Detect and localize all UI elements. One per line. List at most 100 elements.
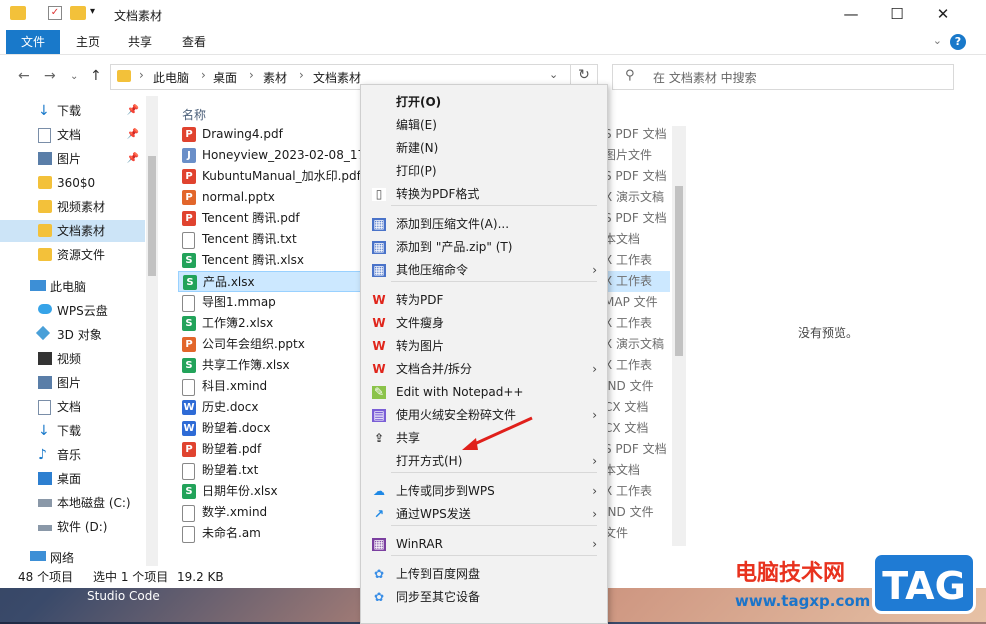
- close-button[interactable]: ✕: [920, 0, 966, 30]
- menu-item-label: 共享: [396, 431, 421, 445]
- tab-home[interactable]: 主页: [72, 30, 104, 54]
- menu-item-label: 上传或同步到WPS: [396, 484, 495, 498]
- submenu-arrow-icon: ›: [592, 454, 597, 468]
- music-icon: ♪: [38, 447, 47, 463]
- search-input[interactable]: ⚲ 在 文档素材 中搜索: [612, 64, 954, 90]
- share-icon: ⇪: [373, 431, 385, 445]
- file-type-cell: X 工作表: [604, 358, 653, 372]
- tab-view[interactable]: 查看: [178, 30, 210, 54]
- menu-item-6[interactable]: ▦ 添加到 "产品.zip" (T): [361, 236, 607, 259]
- breadcrumb-sucai[interactable]: 素材: [263, 69, 287, 86]
- menu-item-label: WinRAR: [396, 537, 443, 551]
- menu-item-10[interactable]: W 转为图片: [361, 335, 607, 358]
- breadcrumb-current[interactable]: 文档素材: [313, 69, 361, 86]
- menu-item-17[interactable]: ↗ 通过WPS发送 ›: [361, 503, 607, 526]
- preview-pane-text: 没有预览。: [798, 326, 859, 340]
- breadcrumb-desktop[interactable]: 桌面: [213, 69, 237, 86]
- breadcrumb-this-pc[interactable]: 此电脑: [153, 69, 189, 86]
- file-type-cell: 图片文件: [604, 148, 653, 162]
- menu-item-1[interactable]: 编辑(E): [361, 114, 607, 137]
- menu-item-16[interactable]: ☁ 上传或同步到WPS ›: [361, 480, 607, 503]
- menu-item-11[interactable]: W 文档合并/拆分 ›: [361, 358, 607, 381]
- file-scrollbar-thumb[interactable]: [675, 186, 683, 356]
- nav-item[interactable]: 图片: [0, 372, 145, 394]
- menu-separator: [391, 525, 597, 526]
- pin-icon[interactable]: 📌: [127, 148, 139, 170]
- nav-item[interactable]: 本地磁盘 (C:): [0, 492, 145, 514]
- menu-item-label: 其他压缩命令: [396, 263, 469, 277]
- menu-item-2[interactable]: 新建(N): [361, 137, 607, 160]
- nav-item[interactable]: 视频: [0, 348, 145, 370]
- breadcrumb-separator: ›: [249, 68, 254, 82]
- maximize-button[interactable]: ☐: [874, 0, 920, 30]
- file-name: Tencent 腾讯.txt: [202, 232, 297, 246]
- pin-icon[interactable]: 📌: [127, 124, 139, 146]
- menu-item-8[interactable]: W 转为PDF: [361, 289, 607, 312]
- nav-item[interactable]: 桌面: [0, 468, 145, 490]
- txt-file-icon: [182, 232, 195, 249]
- column-header-name[interactable]: 名称: [182, 106, 206, 123]
- taskbar-app-label[interactable]: Studio Code: [87, 589, 160, 603]
- nav-item-selected[interactable]: 文档素材: [0, 220, 145, 242]
- menu-item-3[interactable]: 打印(P): [361, 160, 607, 183]
- nav-item[interactable]: 资源文件: [0, 244, 145, 266]
- folder-icon: [38, 176, 52, 189]
- forward-icon[interactable]: →: [44, 68, 56, 84]
- file-type-cell: X 工作表: [604, 484, 653, 498]
- nav-item[interactable]: ♪ 音乐: [0, 444, 145, 466]
- recent-dropdown-icon[interactable]: ⌄: [70, 71, 78, 82]
- file-scrollbar[interactable]: [672, 126, 686, 546]
- nav-item[interactable]: 文档: [0, 396, 145, 418]
- minimize-button[interactable]: —: [828, 0, 874, 30]
- submenu-arrow-icon: ›: [592, 263, 597, 277]
- back-icon[interactable]: ←: [18, 68, 30, 84]
- selected-count: 选中 1 个项目: [93, 570, 169, 584]
- menu-item-0[interactable]: 打开(O): [361, 91, 607, 114]
- tab-file[interactable]: 文件: [6, 30, 60, 54]
- breadcrumb-separator: ›: [201, 68, 206, 82]
- nav-item[interactable]: 图片 📌: [0, 148, 145, 170]
- submenu-arrow-icon: ›: [592, 408, 597, 422]
- txt-file-icon: [182, 379, 195, 396]
- nav-scrollbar-thumb[interactable]: [148, 156, 156, 276]
- menu-item-7[interactable]: ▦ 其他压缩命令 ›: [361, 259, 607, 282]
- search-placeholder: 在 文档素材 中搜索: [653, 71, 757, 85]
- nav-item[interactable]: 视频素材: [0, 196, 145, 218]
- help-icon[interactable]: ?: [950, 34, 966, 50]
- menu-item-20[interactable]: ✿ 同步至其它设备: [361, 586, 607, 609]
- ribbon-expand-icon[interactable]: ⌄: [933, 34, 942, 47]
- nav-item[interactable]: WPS云盘: [0, 300, 145, 322]
- winrar-icon: ▦: [372, 537, 386, 551]
- nav-item[interactable]: ↓ 下载: [0, 420, 145, 442]
- tab-share[interactable]: 共享: [124, 30, 156, 54]
- nav-item[interactable]: 文档 📌: [0, 124, 145, 146]
- txt-file-icon: [182, 295, 195, 312]
- menu-item-5[interactable]: ▦ 添加到压缩文件(A)...: [361, 213, 607, 236]
- file-name: 产品.xlsx: [203, 275, 255, 289]
- menu-item-9[interactable]: W 文件瘦身: [361, 312, 607, 335]
- nav-item[interactable]: 360$0: [0, 172, 145, 194]
- wps-icon: W: [372, 293, 386, 307]
- properties-icon[interactable]: ✓: [48, 6, 62, 20]
- send-icon: ↗: [373, 507, 385, 521]
- file-type-cell: X 演示文稿: [604, 337, 665, 351]
- nav-item[interactable]: 此电脑: [0, 276, 145, 298]
- qat-dropdown-icon[interactable]: ▾: [90, 6, 95, 17]
- nav-item[interactable]: ↓ 下载 📌: [0, 100, 145, 122]
- file-name: 公司年会组织.pptx: [202, 337, 305, 351]
- menu-item-19[interactable]: ✿ 上传到百度网盘: [361, 563, 607, 586]
- new-folder-icon[interactable]: [70, 6, 86, 20]
- pdf-file-icon: P: [182, 127, 196, 142]
- xls-file-icon: S: [182, 484, 196, 499]
- file-type-cell: IND 文件: [604, 379, 654, 393]
- up-icon[interactable]: ↑: [90, 68, 102, 84]
- nav-scrollbar[interactable]: [146, 96, 158, 566]
- nav-item[interactable]: 软件 (D:): [0, 516, 145, 538]
- submenu-arrow-icon: ›: [592, 362, 597, 376]
- nav-item[interactable]: 3D 对象: [0, 324, 145, 346]
- menu-item-12[interactable]: ✎ Edit with Notepad++: [361, 381, 607, 404]
- address-dropdown-icon[interactable]: ⌄: [549, 68, 558, 81]
- pin-icon[interactable]: 📌: [127, 100, 139, 122]
- menu-item-4[interactable]: ▯ 转换为PDF格式: [361, 183, 607, 206]
- menu-item-18[interactable]: ▦ WinRAR ›: [361, 533, 607, 556]
